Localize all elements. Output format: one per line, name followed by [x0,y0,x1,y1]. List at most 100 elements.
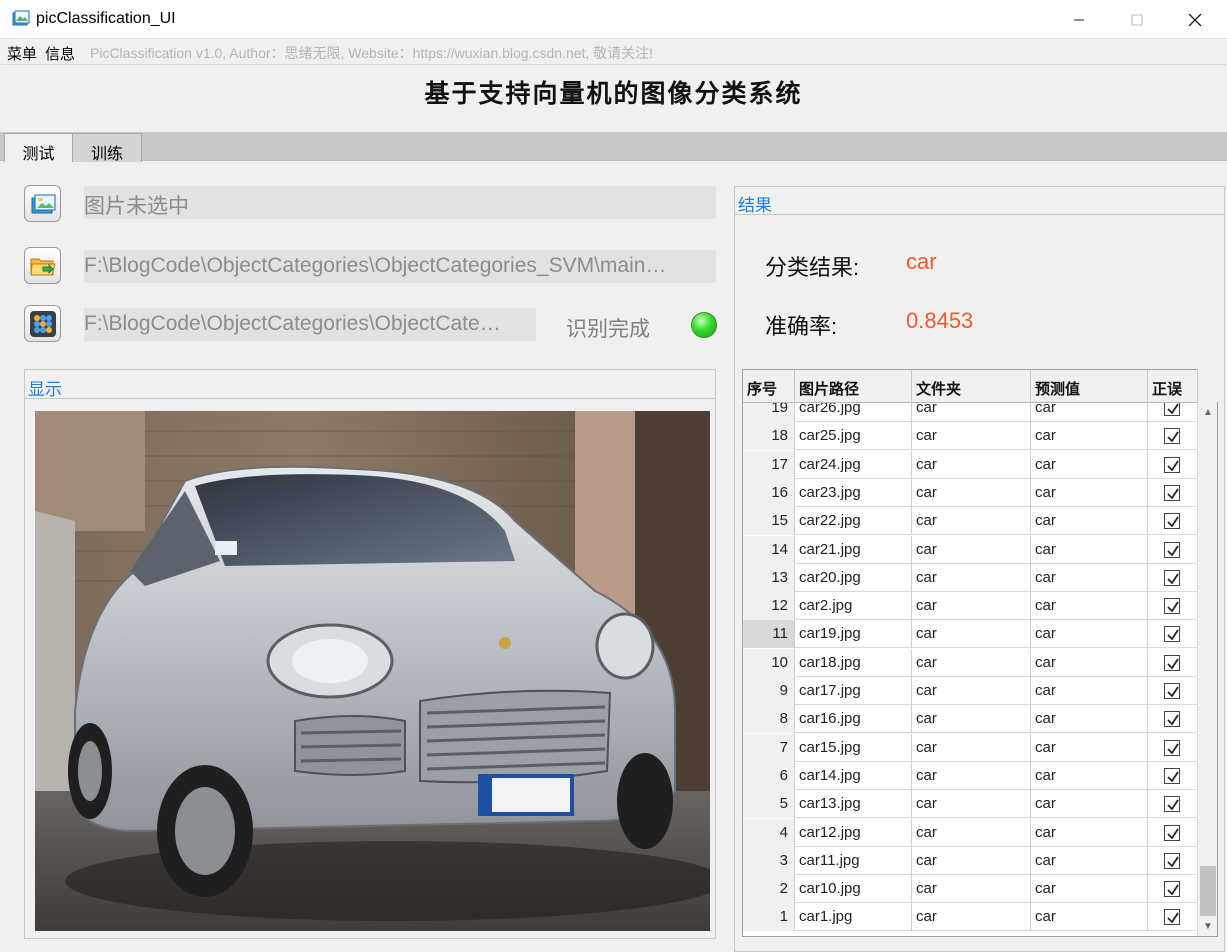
table-row[interactable]: 5 car13.jpg car car [743,790,1198,819]
correct-cell[interactable] [1148,875,1198,903]
menu-item-menu[interactable]: 菜单 [7,43,37,64]
correct-checkbox[interactable] [1164,881,1180,898]
open-folder-button[interactable] [24,247,61,284]
prediction-cell[interactable]: car [1031,450,1148,479]
tab-test[interactable]: 测试 [4,133,73,163]
correct-cell[interactable] [1148,451,1198,479]
correct-cell[interactable] [1148,734,1198,762]
row-index-cell[interactable]: 16 [743,478,795,507]
row-index-cell[interactable]: 12 [743,592,795,621]
correct-cell[interactable] [1148,903,1198,931]
row-index-cell[interactable]: 13 [743,563,795,592]
image-path-cell[interactable]: car22.jpg [795,507,912,536]
table-row[interactable]: 18 car25.jpg car car [743,422,1198,451]
correct-checkbox[interactable] [1164,767,1180,784]
folder-cell[interactable]: car [912,648,1031,677]
correct-cell[interactable] [1148,507,1198,535]
image-path-cell[interactable]: car2.jpg [795,592,912,621]
minimize-button[interactable] [1050,0,1108,39]
correct-checkbox[interactable] [1164,739,1180,756]
folder-cell[interactable]: car [912,790,1031,819]
table-row[interactable]: 14 car21.jpg car car [743,535,1198,564]
prediction-cell[interactable]: car [1031,563,1148,592]
folder-cell[interactable]: car [912,535,1031,564]
correct-checkbox[interactable] [1164,456,1180,473]
correct-checkbox[interactable] [1164,909,1180,926]
folder-cell[interactable]: car [912,903,1031,932]
table-row[interactable]: 15 car22.jpg car car [743,507,1198,536]
image-path-cell[interactable]: car14.jpg [795,761,912,790]
correct-checkbox[interactable] [1164,626,1180,643]
image-path-cell[interactable]: car18.jpg [795,648,912,677]
correct-checkbox[interactable] [1164,484,1180,501]
maximize-button[interactable] [1108,0,1166,39]
row-index-cell[interactable]: 5 [743,790,795,819]
table-row[interactable]: 9 car17.jpg car car [743,677,1198,705]
folder-cell[interactable]: car [912,705,1031,734]
column-header-index[interactable]: 序号 [743,370,795,403]
correct-cell[interactable] [1148,620,1198,648]
row-index-cell[interactable]: 1 [743,903,795,932]
column-header-prediction[interactable]: 预测值 [1031,370,1148,403]
correct-cell[interactable] [1148,403,1198,422]
table-row[interactable]: 1 car1.jpg car car [743,903,1198,932]
correct-checkbox[interactable] [1164,711,1180,728]
prediction-cell[interactable]: car [1031,903,1148,932]
table-row[interactable]: 2 car10.jpg car car [743,875,1198,904]
folder-cell[interactable]: car [912,403,1031,422]
column-header-correct[interactable]: 正误 [1148,370,1198,403]
prediction-cell[interactable]: car [1031,648,1148,677]
correct-cell[interactable] [1148,592,1198,620]
image-path-cell[interactable]: car10.jpg [795,875,912,904]
correct-checkbox[interactable] [1164,569,1180,586]
correct-cell[interactable] [1148,564,1198,592]
image-path-cell[interactable]: car23.jpg [795,478,912,507]
correct-cell[interactable] [1148,762,1198,790]
tab-train[interactable]: 训练 [73,133,142,163]
scroll-down-arrow-icon[interactable]: ▼ [1198,916,1218,936]
table-row[interactable]: 10 car18.jpg car car [743,648,1198,677]
row-index-cell[interactable]: 15 [743,507,795,536]
row-index-cell[interactable]: 2 [743,875,795,904]
folder-cell[interactable]: car [912,761,1031,790]
correct-checkbox[interactable] [1164,513,1180,530]
row-index-cell[interactable]: 18 [743,422,795,451]
image-path-cell[interactable]: car12.jpg [795,818,912,847]
table-row[interactable]: 6 car14.jpg car car [743,761,1198,790]
prediction-cell[interactable]: car [1031,507,1148,536]
correct-checkbox[interactable] [1164,428,1180,445]
correct-cell[interactable] [1148,422,1198,450]
correct-checkbox[interactable] [1164,852,1180,869]
image-path-cell[interactable]: car16.jpg [795,705,912,734]
correct-checkbox[interactable] [1164,598,1180,615]
correct-cell[interactable] [1148,790,1198,818]
table-row[interactable]: 19 car26.jpg car car [743,403,1198,422]
image-path-cell[interactable]: car26.jpg [795,403,912,422]
correct-checkbox[interactable] [1164,824,1180,841]
column-header-path[interactable]: 图片路径 [795,370,912,403]
prediction-cell[interactable]: car [1031,535,1148,564]
correct-checkbox[interactable] [1164,541,1180,558]
table-row[interactable]: 11 car19.jpg car car [743,620,1198,649]
correct-cell[interactable] [1148,705,1198,733]
image-path-cell[interactable]: car24.jpg [795,450,912,479]
prediction-cell[interactable]: car [1031,761,1148,790]
table-scrollbar[interactable]: ▲ ▼ [1197,402,1217,936]
table-row[interactable]: 8 car16.jpg car car [743,705,1198,734]
row-index-cell[interactable]: 3 [743,846,795,875]
table-row[interactable]: 4 car12.jpg car car [743,818,1198,847]
image-path-cell[interactable]: car17.jpg [795,677,912,705]
row-index-cell[interactable]: 11 [743,620,795,649]
row-index-cell[interactable]: 19 [743,403,795,422]
prediction-cell[interactable]: car [1031,422,1148,451]
prediction-cell[interactable]: car [1031,705,1148,734]
table-row[interactable]: 16 car23.jpg car car [743,478,1198,507]
row-index-cell[interactable]: 4 [743,818,795,847]
scroll-up-arrow-icon[interactable]: ▲ [1198,402,1218,422]
folder-cell[interactable]: car [912,450,1031,479]
prediction-cell[interactable]: car [1031,403,1148,422]
folder-cell[interactable]: car [912,677,1031,705]
row-index-cell[interactable]: 8 [743,705,795,734]
scrollbar-thumb[interactable] [1200,866,1216,916]
close-button[interactable] [1166,0,1224,39]
